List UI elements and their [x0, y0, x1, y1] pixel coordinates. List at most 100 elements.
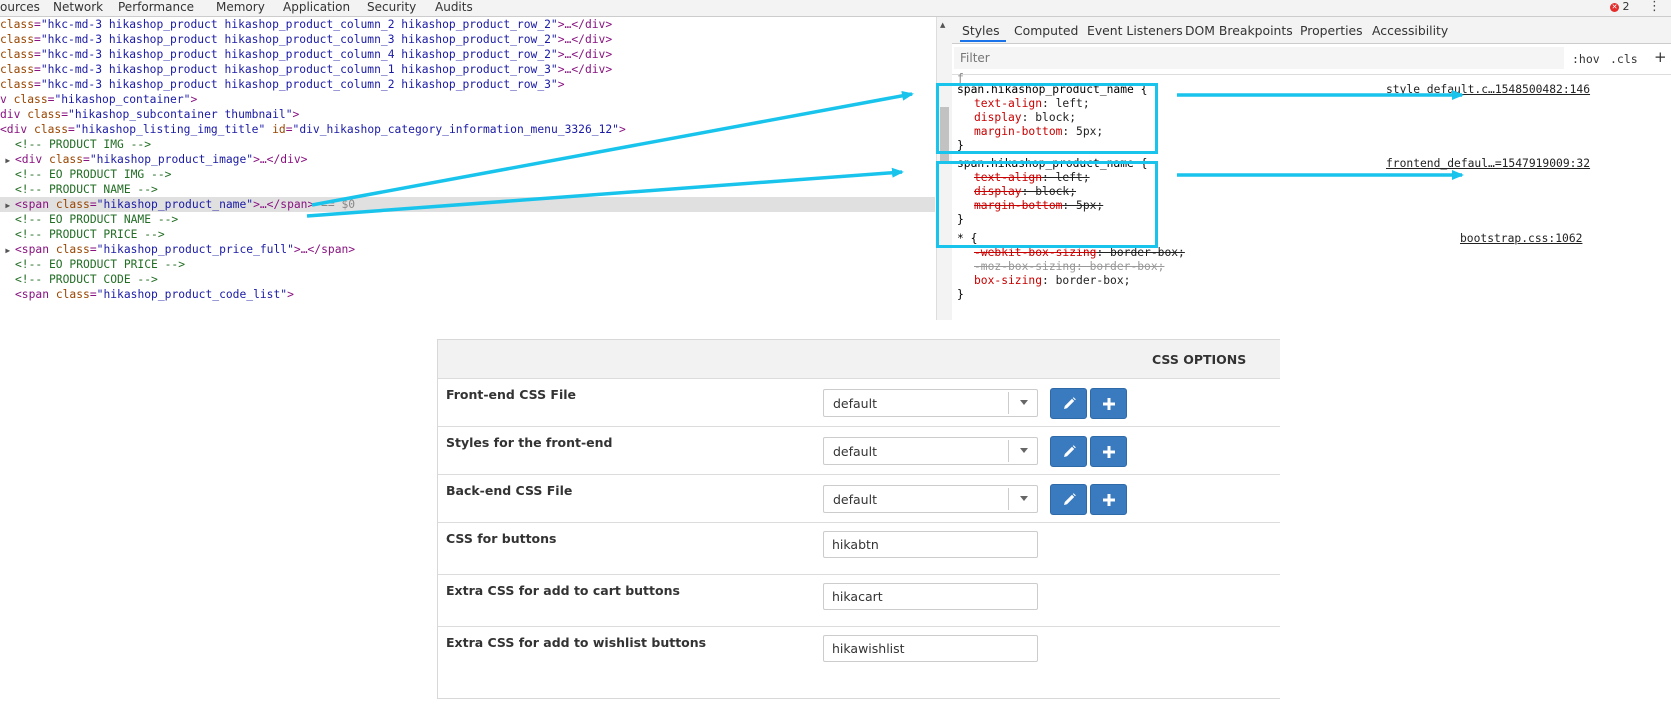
- dom-token-tag: =: [89, 288, 97, 301]
- pencil-icon: [1063, 396, 1076, 409]
- dom-comment[interactable]: <!-- EO PRODUCT IMG -->: [0, 167, 171, 182]
- tab-audits[interactable]: Audits: [435, 0, 473, 14]
- dom-comment[interactable]: <!-- EO PRODUCT NAME -->: [0, 212, 178, 227]
- option-row: Back-end CSS File default: [438, 475, 1280, 523]
- edit-css-button[interactable]: [1050, 436, 1087, 467]
- styles-filter-input[interactable]: [954, 47, 1564, 69]
- dom-token-val: "hikashop_product_code_list": [96, 288, 288, 301]
- subtab-computed[interactable]: Computed: [1014, 23, 1078, 38]
- dom-token-tag: <span: [15, 288, 56, 301]
- highlight-box-rule2: [936, 161, 1158, 248]
- rule-declaration[interactable]: -moz-box-sizing: border-box;: [974, 260, 1164, 274]
- dom-token-tag: >: [618, 123, 626, 136]
- rule-source-link[interactable]: frontend_defaul…=1547919009:32: [1386, 157, 1590, 171]
- edit-css-button[interactable]: [1050, 388, 1087, 419]
- expand-triangle-icon[interactable]: ▶: [0, 198, 15, 213]
- dom-token-tag: <div: [0, 123, 35, 136]
- more-options-icon[interactable]: ⋮: [1648, 0, 1661, 14]
- add-css-button[interactable]: [1090, 388, 1127, 419]
- dom-node[interactable]: class="hkc-md-3 hikashop_product hikasho…: [0, 32, 612, 47]
- dom-node-selected[interactable]: ▶ <span class="hikashop_product_name">…<…: [0, 197, 935, 212]
- dom-token-dim: == $0: [314, 198, 356, 211]
- option-row: Front-end CSS File default: [438, 379, 1280, 427]
- dom-node[interactable]: v class="hikashop_container">: [0, 92, 197, 107]
- dom-token-tag: >: [190, 93, 198, 106]
- css-options-header: CSS OPTIONS: [438, 340, 1280, 379]
- option-row: Extra CSS for add to cart buttons: [438, 575, 1280, 627]
- select-divider: [1008, 488, 1009, 510]
- expand-triangle-icon[interactable]: ▶: [0, 153, 15, 168]
- new-rule-button[interactable]: +: [1654, 48, 1667, 66]
- css-file-select[interactable]: default: [823, 485, 1038, 513]
- rule-declaration[interactable]: box-sizing: border-box;: [974, 274, 1130, 288]
- tab-application[interactable]: Application: [283, 0, 350, 14]
- add-css-button[interactable]: [1090, 484, 1127, 515]
- dom-token-cmt: <!-- PRODUCT PRICE -->: [15, 228, 165, 241]
- css-class-input[interactable]: [823, 531, 1038, 558]
- class-toggle[interactable]: .cls: [1610, 52, 1638, 66]
- dom-node[interactable]: ▶ <div class="hikashop_product_image">…<…: [0, 152, 307, 168]
- tab-sources[interactable]: ources: [0, 0, 40, 14]
- dom-token-val: "hikashop_product_name": [96, 198, 254, 211]
- dom-node[interactable]: <div class="hikashop_listing_img_title" …: [0, 122, 626, 137]
- dom-token-tag: v: [0, 93, 14, 106]
- hover-state-toggle[interactable]: :hov: [1572, 52, 1600, 66]
- tab-network[interactable]: Network: [53, 0, 103, 14]
- scroll-up-icon[interactable]: ▲: [940, 21, 945, 29]
- tab-performance[interactable]: Performance: [118, 0, 194, 14]
- subtab-styles[interactable]: Styles: [962, 23, 1000, 38]
- dom-comment[interactable]: <!-- PRODUCT IMG -->: [0, 137, 151, 152]
- property-name: box-sizing: [974, 274, 1043, 287]
- dom-token-val: "div_hikashop_category_information_menu_…: [292, 123, 619, 136]
- dom-node[interactable]: ▶ <span class="hikashop_product_price_fu…: [0, 242, 355, 257]
- css-class-input[interactable]: [823, 583, 1038, 610]
- dom-node[interactable]: class="hkc-md-3 hikashop_product hikasho…: [0, 77, 565, 92]
- css-file-select[interactable]: default: [823, 389, 1038, 417]
- subtab-properties[interactable]: Properties: [1300, 23, 1363, 38]
- tab-security[interactable]: Security: [367, 0, 416, 14]
- css-class-input[interactable]: [823, 635, 1038, 662]
- css-file-select[interactable]: default: [823, 437, 1038, 465]
- dom-token-tag: >…</div>: [557, 63, 613, 76]
- dom-comment[interactable]: <!-- PRODUCT PRICE -->: [0, 227, 165, 242]
- styles-subtab-bar: Styles Computed Event Listeners DOM Brea…: [952, 17, 1671, 44]
- caret-down-icon[interactable]: [1020, 400, 1028, 405]
- dom-comment[interactable]: <!-- EO PRODUCT PRICE -->: [0, 257, 185, 272]
- option-row: CSS for buttons: [438, 523, 1280, 575]
- dom-token-tag: =: [285, 123, 293, 136]
- tab-memory[interactable]: Memory: [216, 0, 265, 14]
- dom-node[interactable]: class="hkc-md-3 hikashop_product hikasho…: [0, 17, 612, 32]
- dom-token-attr: class: [0, 48, 35, 61]
- dom-node[interactable]: class="hkc-md-3 hikashop_product hikasho…: [0, 47, 612, 62]
- dom-token-attr: class: [55, 198, 90, 211]
- add-css-button[interactable]: [1090, 436, 1127, 467]
- caret-down-icon[interactable]: [1020, 448, 1028, 453]
- css-options-title: CSS OPTIONS: [1152, 352, 1247, 367]
- rule-source-link[interactable]: bootstrap.css:1062: [1460, 232, 1582, 246]
- dom-node[interactable]: class="hkc-md-3 hikashop_product hikasho…: [0, 62, 612, 77]
- select-value: default: [833, 444, 877, 459]
- expand-triangle-icon[interactable]: ▶: [0, 243, 15, 258]
- dom-token-tag: =: [83, 153, 90, 166]
- dom-node[interactable]: <span class="hikashop_product_code_list"…: [0, 287, 294, 302]
- caret-down-icon[interactable]: [1020, 496, 1028, 501]
- error-count-badge[interactable]: ✕ 2: [1610, 0, 1630, 14]
- dom-comment[interactable]: <!-- PRODUCT CODE -->: [0, 272, 158, 287]
- dom-comment[interactable]: <!-- PRODUCT NAME -->: [0, 182, 158, 197]
- dom-token-attr: class: [34, 123, 69, 136]
- dom-token-tag: >…</div>: [557, 48, 613, 61]
- dom-token-val: "hkc-md-3 hikashop_product hikashop_prod…: [40, 33, 558, 46]
- subtab-dom-breakpoints[interactable]: DOM Breakpoints: [1185, 23, 1293, 38]
- subtab-event-listeners[interactable]: Event Listeners: [1087, 23, 1183, 38]
- subtab-accessibility[interactable]: Accessibility: [1372, 23, 1448, 38]
- rule-source-link[interactable]: style_default.c…1548500482:146: [1386, 83, 1590, 97]
- dom-token-val: "hikashop_product_price_full": [96, 243, 294, 256]
- css-options-panel: CSS OPTIONS Front-end CSS File default Sty…: [437, 339, 1280, 699]
- dom-node[interactable]: div class="hikashop_subcontainer thumbna…: [0, 107, 299, 122]
- edit-css-button[interactable]: [1050, 484, 1087, 515]
- option-label: Back-end CSS File: [446, 483, 573, 498]
- dom-token-attr: class: [0, 18, 35, 31]
- dom-token-tag: =: [34, 78, 41, 91]
- select-divider: [1008, 392, 1009, 414]
- rule-declaration[interactable]: -webkit-box-sizing: border-box;: [974, 246, 1185, 260]
